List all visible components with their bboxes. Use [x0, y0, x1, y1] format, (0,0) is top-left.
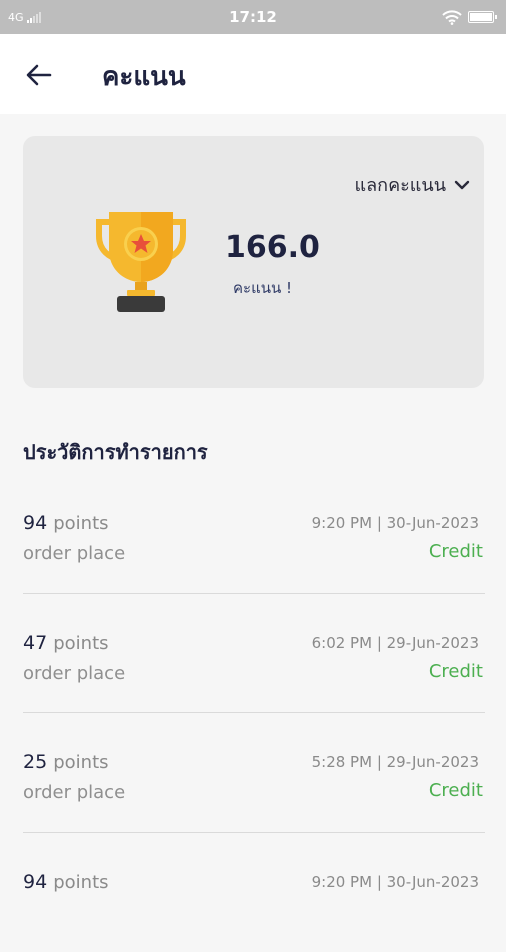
network-status: 4G: [8, 11, 41, 24]
points-card: แลกคะแนน 166.0 คะแนน !: [23, 136, 484, 388]
points-label: คะแนน !: [233, 276, 292, 300]
app-bar: คะแนน: [0, 34, 506, 114]
list-item: 94 points 9:20 PM | 30-Jun-2023: [23, 833, 485, 952]
points-unit: points: [53, 872, 108, 893]
transaction-datetime: 9:20 PM | 30-Jun-2023: [312, 514, 479, 532]
trophy-icon: [95, 210, 187, 314]
points-number: 94: [23, 871, 47, 893]
points-unit: points: [53, 752, 108, 773]
list-item: 25 points order place 5:28 PM | 29-Jun-2…: [23, 713, 485, 833]
list-item: 94 points order place 9:20 PM | 30-Jun-2…: [23, 474, 485, 594]
arrow-left-icon: [26, 64, 52, 86]
transaction-description: order place: [23, 543, 125, 564]
status-icons: [442, 10, 494, 25]
page-title: คะแนน: [102, 56, 186, 97]
chevron-down-icon: [454, 180, 470, 190]
points-value: 166.0: [225, 230, 320, 265]
points-amount: 94 points: [23, 512, 109, 534]
wifi-icon: [442, 10, 462, 25]
points-number: 94: [23, 512, 47, 534]
history-title: ประวัติการทำรายการ: [23, 436, 208, 468]
transaction-datetime: 9:20 PM | 30-Jun-2023: [312, 873, 479, 891]
redeem-label: แลกคะแนน: [355, 170, 446, 199]
list-item: 47 points order place 6:02 PM | 29-Jun-2…: [23, 594, 485, 714]
points-number: 25: [23, 751, 47, 773]
transaction-type: Credit: [429, 541, 483, 562]
transaction-description: order place: [23, 782, 125, 803]
redeem-points-dropdown[interactable]: แลกคะแนน: [355, 170, 470, 199]
transaction-datetime: 6:02 PM | 29-Jun-2023: [312, 634, 479, 652]
status-bar: 4G 17:12: [0, 0, 506, 34]
transaction-type: Credit: [429, 661, 483, 682]
points-number: 47: [23, 632, 47, 654]
transaction-datetime: 5:28 PM | 29-Jun-2023: [312, 753, 479, 771]
points-unit: points: [53, 513, 108, 534]
battery-icon: [468, 11, 494, 23]
network-type: 4G: [8, 11, 24, 24]
signal-icon: [27, 12, 41, 23]
back-button[interactable]: [22, 58, 56, 92]
transaction-type: Credit: [429, 780, 483, 801]
transaction-description: order place: [23, 663, 125, 684]
history-list: 94 points order place 9:20 PM | 30-Jun-2…: [23, 474, 485, 952]
points-amount: 94 points: [23, 871, 109, 893]
points-unit: points: [53, 633, 108, 654]
points-amount: 25 points: [23, 751, 109, 773]
points-amount: 47 points: [23, 632, 109, 654]
status-time: 17:12: [0, 8, 506, 26]
